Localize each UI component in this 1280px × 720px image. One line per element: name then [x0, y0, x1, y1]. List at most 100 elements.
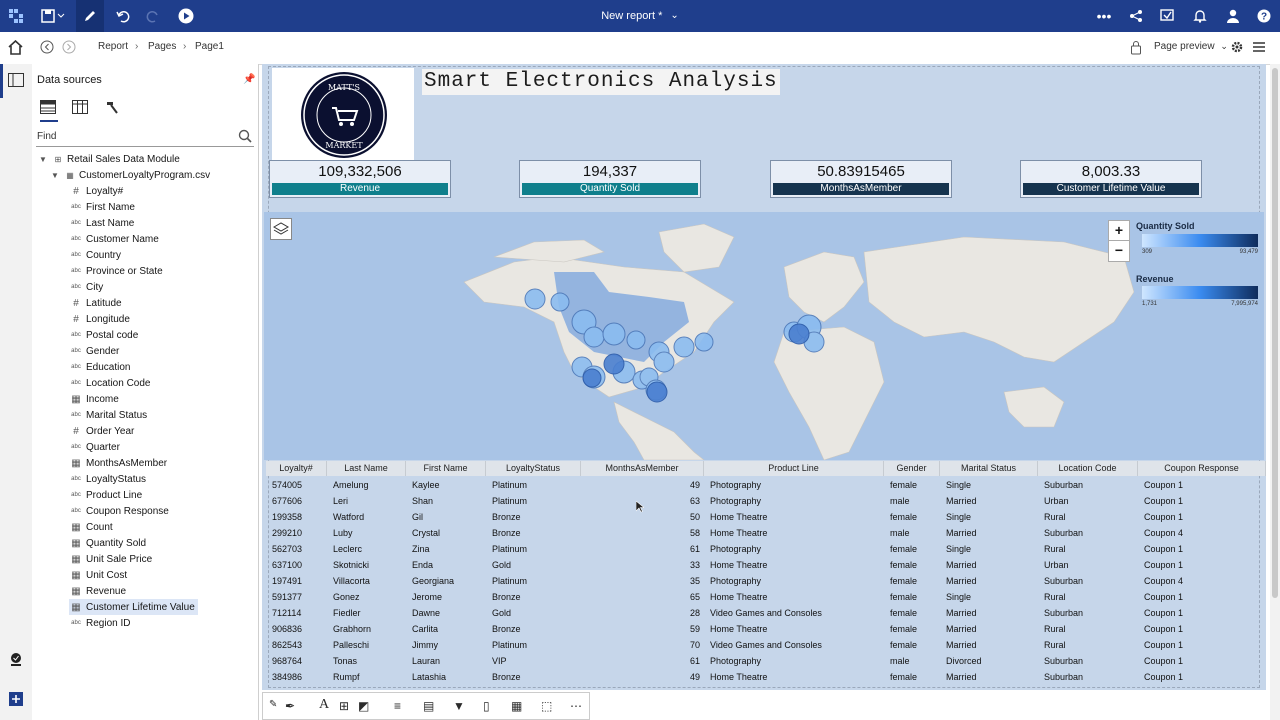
column-header[interactable]: Coupon Response	[1138, 461, 1266, 476]
field-item[interactable]: ▦ Quantity Sold	[69, 535, 149, 551]
table-row[interactable]: 199358 Watford Gil Bronze 50 Home Theatre fema…	[266, 509, 1266, 525]
pin-toolbar-icon[interactable]: ✎	[269, 699, 277, 710]
table-row[interactable]: 677606 Leri Shan Platinum 63 Photography male M…	[266, 493, 1266, 509]
field-item[interactable]: ▦ Unit Cost	[69, 567, 130, 583]
tree-file-row[interactable]: ▼ ▦ CustomerLoyaltyProgram.csv	[49, 167, 210, 183]
field-item[interactable]: ▦ Income	[69, 391, 122, 407]
table-row[interactable]: 299210 Luby Crystal Bronze 58 Home Theatre mal…	[266, 525, 1266, 541]
field-item[interactable]: # Order Year	[69, 423, 137, 439]
column-header[interactable]: Gender	[884, 461, 940, 476]
save-menu-icon[interactable]	[38, 0, 68, 32]
export-icon[interactable]	[1155, 0, 1179, 32]
table-layout-icon[interactable]: ▦	[511, 699, 522, 713]
field-item[interactable]: abc Product Line	[69, 487, 145, 503]
field-item[interactable]: abc Location Code	[69, 375, 154, 391]
page-setup-icon[interactable]: ▯	[483, 699, 490, 713]
field-item[interactable]: ▦ Count	[69, 519, 116, 535]
settings-gear-icon[interactable]	[1231, 41, 1243, 56]
redo-icon[interactable]	[142, 0, 164, 32]
column-header[interactable]: LoyaltyStatus	[486, 461, 581, 476]
data-panel-icon[interactable]	[8, 73, 24, 90]
table-row[interactable]: 862543 Palleschi Jimmy Platinum 70 Video Game…	[266, 637, 1266, 653]
tab-tables[interactable]	[72, 100, 88, 117]
field-item[interactable]: abc Marital Status	[69, 407, 150, 423]
field-item[interactable]: abc Postal code	[69, 327, 141, 343]
notifications-check-icon[interactable]	[9, 652, 23, 669]
table-row[interactable]: 591377 Gonez Jerome Bronze 65 Home Theatre fem…	[266, 589, 1266, 605]
lock-icon[interactable]	[1130, 40, 1142, 58]
scrollbar-thumb[interactable]	[1272, 68, 1278, 598]
breadcrumb-pages[interactable]: Pages	[148, 41, 176, 52]
select-region-icon[interactable]: ⬚	[541, 699, 552, 713]
table-row[interactable]: 197491 Villacorta Georgiana Platinum 35 Photo…	[266, 573, 1266, 589]
pin-style-icon[interactable]: ▼	[453, 699, 465, 713]
kpi-months-as-member[interactable]: 50.83915465 MonthsAsMember	[770, 160, 952, 198]
field-item[interactable]: ▦ Unit Sale Price	[69, 551, 155, 567]
text-font-icon[interactable]: A	[319, 697, 329, 713]
table-row[interactable]: 637100 Skotnicki Enda Gold 33 Home Theatre fem…	[266, 557, 1266, 573]
field-item[interactable]: abc Province or State	[69, 263, 166, 279]
tab-sources[interactable]	[40, 100, 58, 122]
home-icon[interactable]	[8, 39, 23, 58]
back-icon[interactable]	[40, 40, 54, 57]
column-header[interactable]: Marital Status	[940, 461, 1038, 476]
field-item[interactable]: abc Region ID	[69, 615, 133, 631]
fill-color-icon[interactable]: ◩	[358, 699, 369, 713]
field-item[interactable]: ▦ Revenue	[69, 583, 129, 599]
field-item[interactable]: abc Customer Name	[69, 231, 162, 247]
edit-mode-icon[interactable]	[76, 0, 104, 32]
breadcrumb-page1[interactable]: Page1	[195, 41, 224, 52]
table-row[interactable]: 574005 Amelung Kaylee Platinum 49 Photography…	[266, 477, 1266, 493]
align-icon[interactable]: ≡	[394, 699, 401, 713]
field-item[interactable]: abc First Name	[69, 199, 138, 215]
table-row[interactable]: 712114 Fiedler Dawne Gold 28 Video Games and …	[266, 605, 1266, 621]
column-header[interactable]: Loyalty#	[266, 461, 327, 476]
run-icon[interactable]	[174, 0, 198, 32]
properties-list-icon[interactable]	[1253, 41, 1265, 56]
field-item[interactable]: abc Last Name	[69, 215, 137, 231]
table-row[interactable]: 384986 Rumpf Latashia Bronze 49 Home Theatre f…	[266, 669, 1266, 685]
map-layers-button[interactable]	[270, 218, 292, 240]
kpi-customer-lifetime-value[interactable]: 8,003.33 Customer Lifetime Value	[1020, 160, 1202, 198]
app-switcher-icon[interactable]	[6, 0, 26, 32]
user-profile-icon[interactable]	[1221, 0, 1245, 32]
table-row[interactable]: 906836 Grabhorn Carlita Bronze 59 Home Theatr…	[266, 621, 1266, 637]
borders-icon[interactable]: ⊞	[339, 699, 349, 713]
zoom-out-button[interactable]: −	[1108, 240, 1130, 262]
field-item[interactable]: abc City	[69, 279, 106, 295]
table-row[interactable]: 968764 Tonas Lauran VIP 61 Photography male Div…	[266, 653, 1266, 669]
tree-module-row[interactable]: ▼ ⊞ Retail Sales Data Module	[37, 151, 180, 167]
logo-block[interactable]: MATT'S MARKET	[272, 68, 414, 160]
field-item[interactable]: abc Gender	[69, 343, 122, 359]
map-visualization[interactable]: + − Quantity Sold 309 93,479 Revenue 1,7…	[264, 212, 1264, 460]
page-preview-dropdown[interactable]: Page preview ⌄	[1154, 41, 1228, 52]
field-item[interactable]: ▦ Customer Lifetime Value	[69, 599, 198, 615]
column-header[interactable]: Last Name	[327, 461, 406, 476]
more-options-icon[interactable]: •••	[1092, 0, 1116, 32]
field-item[interactable]: abc LoyaltyStatus	[69, 471, 149, 487]
find-input[interactable]: Find	[36, 128, 254, 147]
kpi-revenue[interactable]: 109,332,506 Revenue	[269, 160, 451, 198]
column-header[interactable]: Location Code	[1038, 461, 1138, 476]
forward-icon[interactable]	[62, 40, 76, 57]
report-title[interactable]: Smart Electronics Analysis	[422, 69, 780, 95]
field-item[interactable]: # Loyalty#	[69, 183, 126, 199]
field-item[interactable]: # Longitude	[69, 311, 133, 327]
undo-icon[interactable]	[112, 0, 134, 32]
field-item[interactable]: abc Education	[69, 359, 133, 375]
column-header[interactable]: First Name	[406, 461, 486, 476]
column-header[interactable]: MonthsAsMember	[581, 461, 704, 476]
field-item[interactable]: abc Country	[69, 247, 124, 263]
add-icon[interactable]	[9, 692, 23, 709]
kpi-quantity-sold[interactable]: 194,337 Quantity Sold	[519, 160, 701, 198]
field-item[interactable]: ▦ MonthsAsMember	[69, 455, 170, 471]
more-toolbar-icon[interactable]: ⋯	[570, 699, 582, 713]
share-icon[interactable]	[1124, 0, 1148, 32]
column-header[interactable]: Product Line	[704, 461, 884, 476]
zoom-in-button[interactable]: +	[1108, 220, 1130, 242]
notifications-icon[interactable]	[1188, 0, 1212, 32]
eyedropper-icon[interactable]: ✒	[285, 699, 295, 713]
field-item[interactable]: abc Coupon Response	[69, 503, 172, 519]
vertical-align-icon[interactable]: ▤	[423, 699, 434, 713]
report-title-menu[interactable]: New report * ⌄	[560, 0, 720, 32]
